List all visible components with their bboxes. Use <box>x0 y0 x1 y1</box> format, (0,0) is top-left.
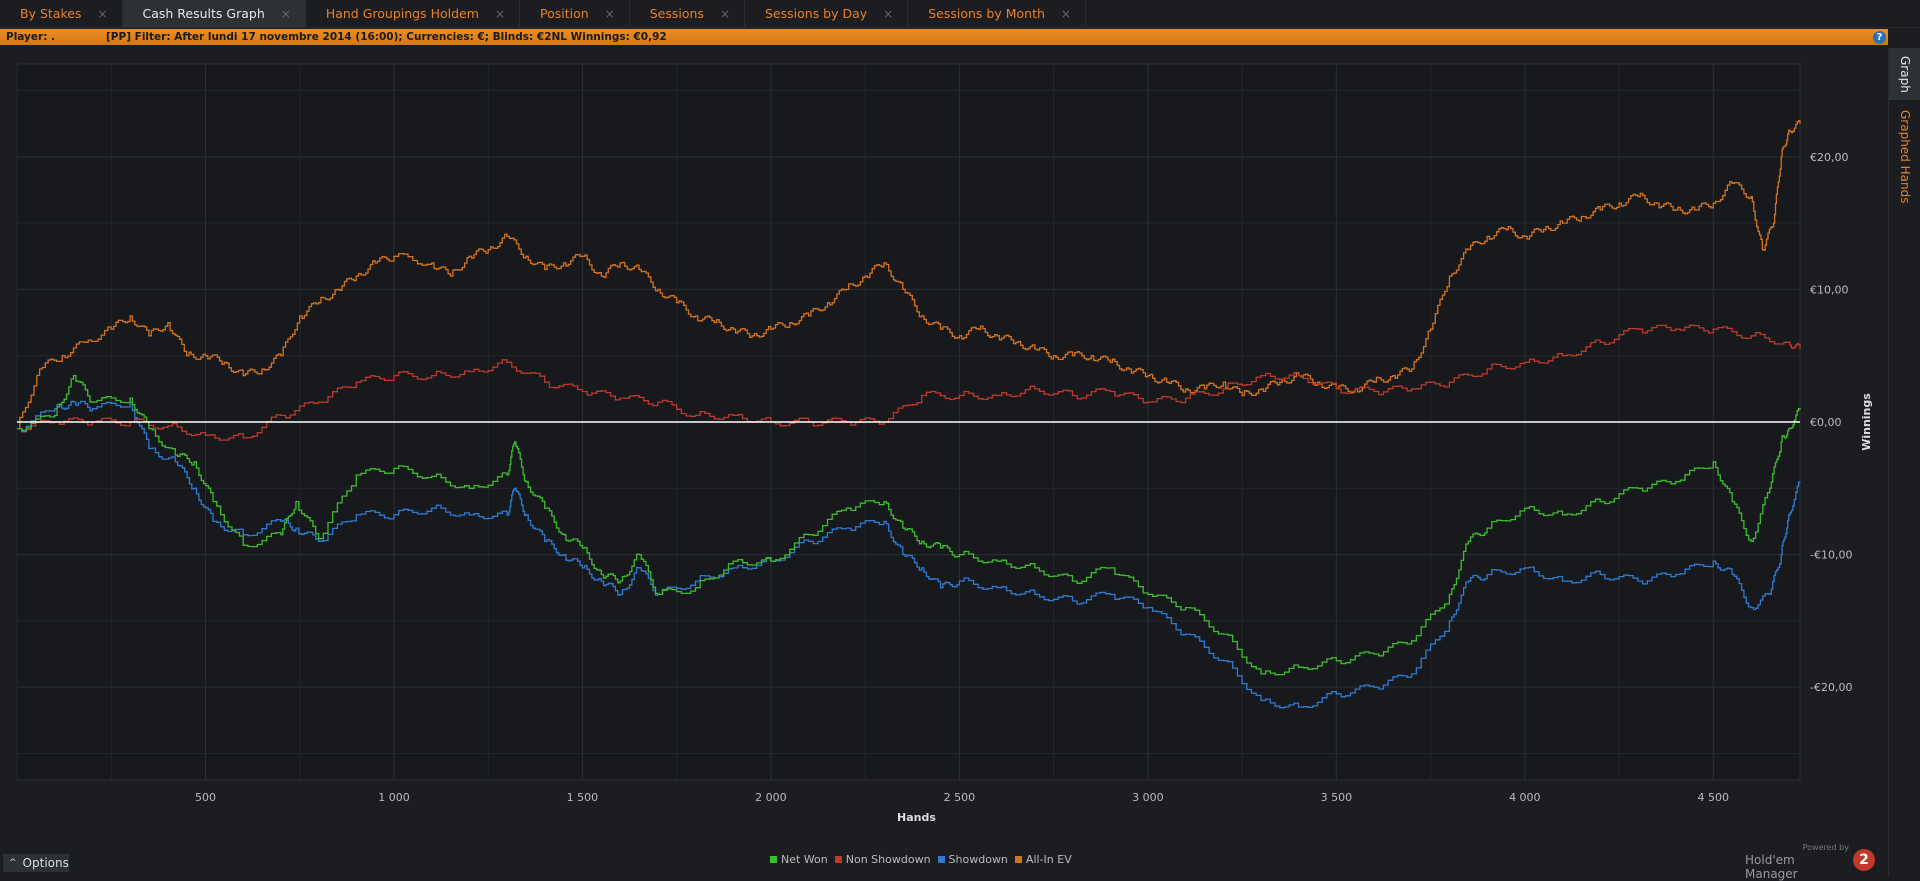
tab-sessions-by-day[interactable]: Sessions by Day × <box>745 0 909 27</box>
legend-item[interactable]: All-In EV <box>1014 853 1072 866</box>
powered-by-text: Powered by <box>1802 843 1849 852</box>
legend-swatch <box>1014 856 1022 863</box>
tab-cash-results-graph[interactable]: Cash Results Graph × <box>122 0 306 27</box>
legend-label: Net Won <box>781 853 828 866</box>
legend-swatch <box>937 856 945 863</box>
close-icon[interactable]: × <box>97 7 107 21</box>
x-tick-label: 1 500 <box>567 791 599 804</box>
legend-item[interactable]: Showdown <box>937 853 1008 866</box>
x-tick-label: 3 500 <box>1321 791 1353 804</box>
tab-bar: By Stakes × Cash Results Graph × Hand Groupi… <box>0 0 1920 28</box>
tab-label: Sessions <box>649 6 704 21</box>
y-tick-label: -€10,00 <box>1810 549 1852 562</box>
options-button[interactable]: ^ Options <box>3 854 69 872</box>
results-graph: 500 1 000 1 500 2 000 2 500 3 000 3 500 4 000 4 … <box>16 63 1873 824</box>
x-tick-label: 1 000 <box>378 791 410 804</box>
options-label: Options <box>22 856 69 870</box>
x-tick-label: 4 500 <box>1698 791 1730 804</box>
y-tick-label: €10,00 <box>1810 283 1849 296</box>
legend-item[interactable]: Net Won <box>770 853 828 866</box>
close-icon[interactable]: × <box>605 7 615 21</box>
y-axis-label: Winnings <box>1860 393 1873 451</box>
chart-legend: Net Won Non Showdown Showdown All-In EV <box>770 853 1079 866</box>
tab-label: Cash Results Graph <box>142 6 265 21</box>
legend-item[interactable]: Non Showdown <box>834 853 931 866</box>
filter-text: [PP] Filter: After lundi 17 novembre 201… <box>106 31 667 43</box>
x-tick-label: 3 000 <box>1132 791 1164 804</box>
tab-label: Position <box>539 6 589 21</box>
legend-label: Showdown <box>948 853 1008 866</box>
side-panel: Graph Graphed Hands <box>1888 48 1920 877</box>
player-label: Player: . <box>6 31 56 43</box>
y-tick-label: €0,00 <box>1810 416 1842 429</box>
y-tick-label: €20,00 <box>1810 151 1849 164</box>
legend-label: Non Showdown <box>845 853 931 866</box>
tab-label: Sessions by Day <box>765 6 868 21</box>
tab-label: By Stakes <box>20 6 82 21</box>
legend-swatch <box>834 856 842 863</box>
chevron-up-icon: ^ <box>9 858 17 868</box>
logo-badge: 2 <box>1853 849 1875 871</box>
x-tick-label: 2 500 <box>944 791 976 804</box>
legend-label: All-In EV <box>1025 853 1072 866</box>
close-icon[interactable]: × <box>281 7 291 21</box>
tab-sessions-by-month[interactable]: Sessions by Month × <box>908 0 1086 27</box>
x-axis-label: Hands <box>897 811 936 824</box>
tab-position[interactable]: Position × <box>520 0 630 27</box>
filter-bar: Player: . [PP] Filter: After lundi 17 no… <box>0 29 1888 45</box>
close-icon[interactable]: × <box>495 7 505 21</box>
x-tick-label: 4 000 <box>1509 791 1541 804</box>
tab-label: Hand Groupings Holdem <box>325 6 479 21</box>
side-tab-graphed-hands[interactable]: Graphed Hands <box>1889 110 1920 270</box>
close-icon[interactable]: × <box>1061 7 1071 21</box>
x-tick-label: 500 <box>195 791 216 804</box>
tab-hand-groupings-holdem[interactable]: Hand Groupings Holdem × <box>306 0 520 27</box>
tab-sessions[interactable]: Sessions × <box>630 0 745 27</box>
y-tick-label: -€20,00 <box>1810 681 1852 694</box>
tab-by-stakes[interactable]: By Stakes × <box>0 0 123 27</box>
holdem-manager-logo: Powered by Hold'em Manager 2 <box>1745 843 1875 881</box>
x-tick-label: 2 000 <box>755 791 787 804</box>
legend-swatch <box>770 856 777 863</box>
close-icon[interactable]: × <box>883 7 893 21</box>
side-tab-graph[interactable]: Graph <box>1889 48 1920 100</box>
help-icon[interactable]: ? <box>1873 31 1886 44</box>
close-icon[interactable]: × <box>720 7 730 21</box>
tab-label: Sessions by Month <box>928 6 1045 21</box>
